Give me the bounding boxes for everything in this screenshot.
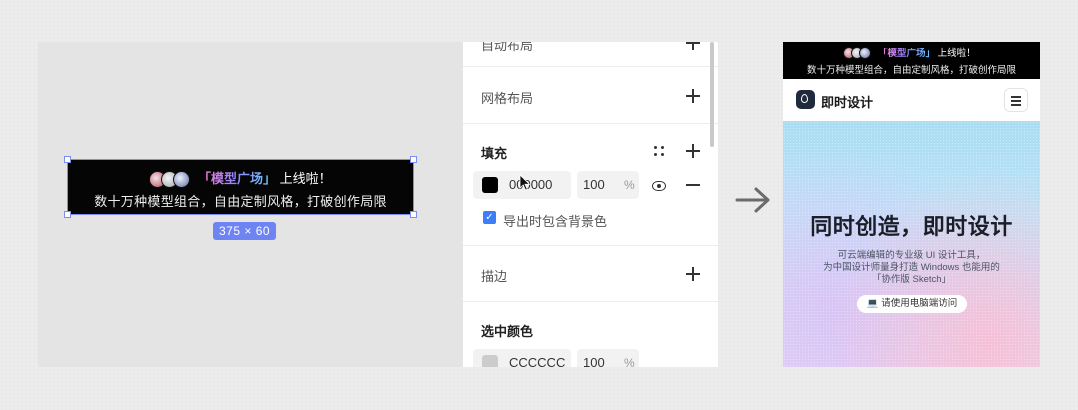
- divider: [463, 301, 718, 302]
- banner-highlight: 「模型广场」: [197, 171, 276, 186]
- style-grid-icon[interactable]: [654, 146, 664, 156]
- resize-handle-bottom-right[interactable]: [410, 211, 417, 218]
- hamburger-menu-button[interactable]: [1004, 88, 1028, 112]
- banner-line1-suffix: 上线啦！: [279, 171, 332, 186]
- preview-banner-line-1: 「模型广场」 上线啦！: [783, 45, 1040, 60]
- fill-section-title: 填充: [481, 146, 508, 161]
- dimension-badge: 375 × 60: [213, 222, 277, 240]
- avatar: [859, 47, 872, 60]
- resize-handle-bottom-left[interactable]: [64, 211, 71, 218]
- laptop-icon: 💻: [866, 298, 879, 309]
- preview-banner-highlight: 「模型广场」: [877, 48, 935, 59]
- brand-name[interactable]: 即时设计: [821, 92, 873, 111]
- add-fill-plus-icon[interactable]: [686, 144, 700, 158]
- fill-opacity-field[interactable]: 100 %: [577, 171, 639, 199]
- selection-hex-value: CCCCCC: [509, 355, 566, 367]
- divider: [463, 123, 718, 124]
- avatar: [173, 171, 191, 189]
- resize-handle-top-left[interactable]: [64, 156, 71, 163]
- fill-color-swatch[interactable]: [482, 177, 498, 193]
- hero-title: 同时创造，即时设计: [810, 214, 1013, 239]
- hero-section: 同时创造，即时设计 可云端编辑的专业级 UI 设计工具， 为中国设计师量身打造 …: [783, 121, 1040, 367]
- selection-opacity-value: 100: [583, 355, 605, 367]
- stroke-label: 描边: [481, 269, 508, 284]
- mobile-preview: 「模型广场」 上线啦！ 数十万种模型组合，自由定制风格，打破创作局限 即时设计 …: [783, 42, 1040, 367]
- mouse-cursor-icon: [519, 174, 531, 191]
- percent-sign: %: [624, 178, 635, 192]
- add-stroke-plus-icon[interactable]: [686, 267, 700, 281]
- banner-line-2: 数十万种模型组合，自由定制风格，打破创作局限: [94, 194, 387, 209]
- remove-fill-minus-icon[interactable]: [686, 184, 700, 186]
- desktop-access-label: 请使用电脑端访问: [881, 298, 958, 309]
- include-background-label: 导出时包含背景色: [503, 214, 608, 229]
- divider: [463, 66, 718, 67]
- add-grid-layout-plus-icon[interactable]: [686, 89, 700, 103]
- include-background-checkbox[interactable]: ✓: [483, 211, 496, 224]
- resize-handle-top-right[interactable]: [410, 156, 417, 163]
- auto-layout-label: 自动布局: [481, 42, 534, 53]
- right-arrow-icon: [735, 187, 770, 213]
- selected-banner-frame[interactable]: 「模型广场」 上线啦！ 数十万种模型组合，自由定制风格，打破创作局限: [64, 156, 417, 218]
- panel-scrollbar[interactable]: [710, 42, 714, 147]
- fill-opacity-value: 100: [583, 177, 605, 192]
- preview-banner[interactable]: 「模型广场」 上线啦！ 数十万种模型组合，自由定制风格，打破创作局限: [783, 42, 1040, 79]
- banner-line-1: 「模型广场」 上线啦！: [68, 168, 413, 189]
- preview-banner-suffix: 上线啦！: [937, 48, 976, 59]
- hero-subtitle-line: 「协作版 Sketch」: [871, 274, 952, 285]
- selection-hex-field[interactable]: CCCCCC: [473, 349, 571, 367]
- add-auto-layout-plus-icon[interactable]: [686, 42, 700, 50]
- visibility-eye-icon[interactable]: [652, 181, 666, 191]
- preview-navbar: 即时设计: [783, 79, 1040, 121]
- selection-opacity-field[interactable]: 100 %: [577, 349, 639, 367]
- grid-layout-label: 网格布局: [481, 91, 534, 106]
- brand-logo-icon[interactable]: [796, 90, 815, 109]
- design-canvas[interactable]: 「模型广场」 上线啦！ 数十万种模型组合，自由定制风格，打破创作局限 375 ×…: [38, 42, 463, 367]
- preview-banner-line-2: 数十万种模型组合，自由定制风格，打破创作局限: [806, 65, 1016, 76]
- desktop-access-button[interactable]: 💻 请使用电脑端访问: [857, 295, 967, 313]
- avatar-group: [843, 47, 872, 60]
- selection-color-swatch[interactable]: [482, 355, 498, 367]
- divider: [463, 245, 718, 246]
- avatar-group: [149, 171, 191, 189]
- selection-colors-title: 选中颜色: [481, 324, 534, 339]
- properties-panel: 自动布局 网格布局 填充 000000 100 % ✓ 导出时包含背景色 描边 …: [463, 42, 718, 367]
- percent-sign: %: [624, 356, 635, 367]
